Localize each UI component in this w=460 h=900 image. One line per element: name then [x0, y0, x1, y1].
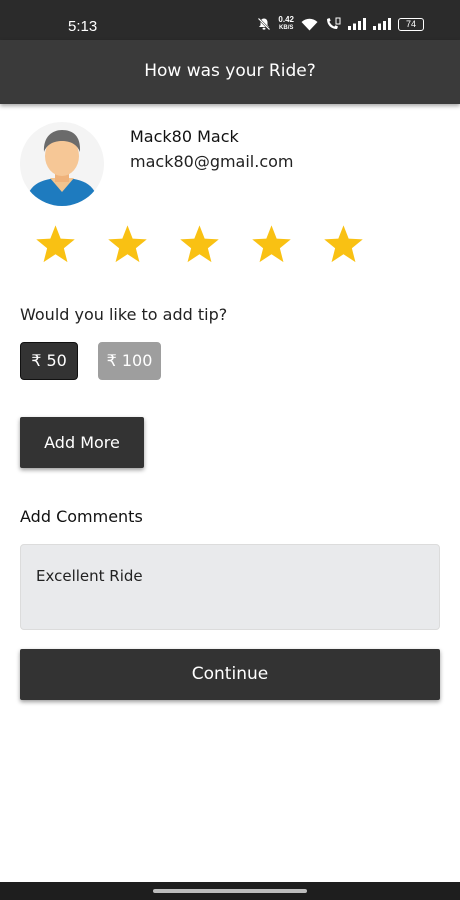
tip-50-button[interactable]: ₹ 50 — [20, 342, 78, 380]
star-icon-2[interactable] — [106, 224, 149, 265]
network-speed: 0.42 KB/S — [278, 16, 294, 32]
mute-icon — [258, 17, 271, 31]
wifi-icon — [301, 18, 318, 30]
status-time: 5:13 — [68, 18, 98, 35]
status-icons: 0.42 KB/S 74 — [257, 16, 424, 32]
status-bar: 5:13 0.42 KB/S 74 — [0, 0, 460, 40]
driver-avatar-icon — [20, 122, 104, 206]
comments-input[interactable]: Excellent Ride — [20, 544, 440, 630]
rating-stars — [34, 224, 365, 265]
battery-icon: 74 — [398, 17, 424, 31]
star-icon-3[interactable] — [178, 224, 221, 265]
volte-call-icon — [327, 17, 341, 29]
home-gesture-handle[interactable] — [153, 889, 307, 893]
signal-icon — [348, 18, 366, 30]
comments-label: Add Comments — [20, 507, 143, 526]
star-icon-4[interactable] — [250, 224, 293, 265]
network-speed-unit: KB/S — [279, 25, 294, 31]
network-speed-value: 0.42 — [278, 15, 294, 24]
navigation-bar — [0, 882, 460, 900]
star-icon-1[interactable] — [34, 224, 77, 265]
continue-button[interactable]: Continue — [20, 649, 440, 700]
app-header: How was your Ride? — [0, 40, 460, 104]
driver-email: mack80@gmail.com — [130, 152, 294, 171]
tip-100-button[interactable]: ₹ 100 — [98, 342, 161, 380]
page-title: How was your Ride? — [144, 61, 316, 81]
tip-question: Would you like to add tip? — [20, 305, 228, 324]
signal-icon-2 — [373, 18, 391, 30]
driver-name: Mack80 Mack — [130, 127, 239, 146]
add-more-button[interactable]: Add More — [20, 417, 144, 468]
star-icon-5[interactable] — [322, 224, 365, 265]
